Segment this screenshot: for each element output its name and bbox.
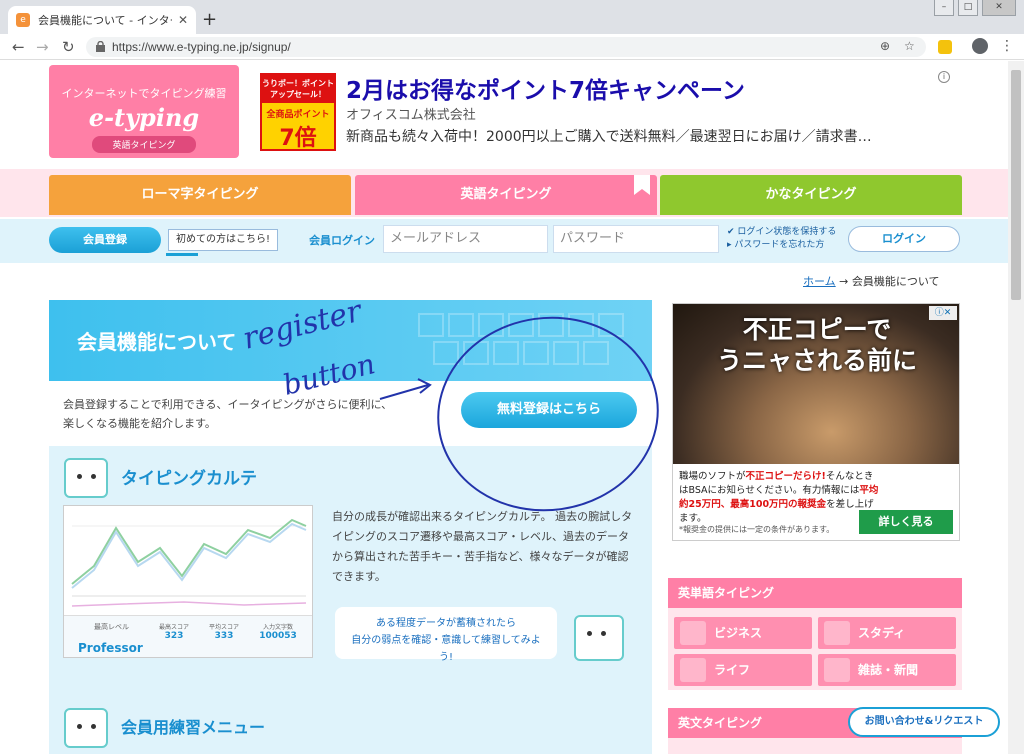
stat-label: 平均スコア: [208, 624, 239, 631]
stat-max-score: 最高スコア 323: [154, 622, 194, 641]
karte-chart-image: 最高スコア 323 平均スコア 333 入力文字数 100053 最高レベル Prof…: [63, 505, 313, 658]
study-icon: [824, 621, 850, 645]
close-tab-icon[interactable]: ✕: [178, 13, 188, 27]
words-business-label: ビジネス: [714, 626, 763, 640]
maximize-icon[interactable]: □: [958, 0, 978, 16]
window-controls: – □ ✕: [934, 0, 1016, 16]
words-study-button[interactable]: スタディ: [818, 617, 956, 649]
stat-char-count: 入力文字数 100053: [258, 622, 298, 641]
bookmark-star-icon[interactable]: ☆: [904, 39, 915, 53]
english-words-title: 英単語タイピング: [668, 578, 962, 608]
book-icon: [824, 658, 850, 682]
address-bar: ← → ↻ https://www.e-typing.ne.jp/signup/…: [0, 34, 1024, 60]
stat-label: 入力文字数: [262, 624, 293, 631]
reload-icon[interactable]: ↻: [62, 38, 75, 56]
karte-title: タイピングカルテ: [121, 469, 257, 489]
score-chart: [71, 518, 307, 607]
url-input[interactable]: https://www.e-typing.ne.jp/signup/: [86, 37, 926, 57]
forward-icon[interactable]: →: [36, 38, 49, 56]
zoom-icon[interactable]: ⊕: [880, 39, 890, 53]
side-ad-headline-line2: うニャされる前に: [716, 346, 917, 375]
side-ad-headline: 不正コピーで うニャされる前に: [673, 314, 959, 376]
stat-value: 323: [164, 631, 184, 641]
page-body: 会員登録 初めての方はこちら! 会員ログイン メールアドレス パスワード ✔ ロ…: [0, 61, 1008, 754]
login-button[interactable]: ログイン: [848, 226, 960, 252]
side-ad-headline-line1: 不正コピーで: [742, 315, 892, 344]
side-ad-copy: 職場のソフトが不正コピーだらけ!そんなときはBSAにお知らせください。有力情報に…: [679, 470, 879, 526]
profile-icon[interactable]: [972, 38, 988, 54]
back-icon[interactable]: ←: [12, 38, 25, 56]
feature-description: 会員登録することで利用できる、イータイピングがさらに便利に、 楽しくなる機能を紹…: [63, 395, 392, 433]
member-menu-title: 会員用練習メニュー: [121, 718, 266, 737]
words-life-button[interactable]: ライフ: [674, 654, 812, 686]
first-time-link[interactable]: 初めての方はこちら!: [168, 229, 278, 251]
stat-value: 100053: [259, 631, 297, 641]
adchoices-icon[interactable]: ⓘ✕: [929, 306, 957, 320]
browser-tab[interactable]: e 会員機能について - インターネ ✕: [8, 6, 196, 34]
first-time-pointer: [166, 253, 198, 256]
mascot-icon: [574, 615, 624, 661]
window-close-icon[interactable]: ✕: [982, 0, 1016, 16]
feature-header: 会員機能について: [49, 300, 652, 381]
words-business-button[interactable]: ビジネス: [674, 617, 812, 649]
scrollbar-thumb[interactable]: [1011, 70, 1021, 300]
karte-stats: 最高スコア 323 平均スコア 333 入力文字数 100053 最高レベル Prof…: [64, 615, 312, 657]
karte-description: 自分の成長が確認出来るタイピングカルテ。 過去の腕試しタイピングのスコア遷移や最…: [332, 510, 633, 583]
email-field[interactable]: メールアドレス: [383, 225, 548, 253]
heart-icon: [680, 658, 706, 682]
karte-speech-bubble: ある程度データが蓄積されたら 自分の弱点を確認・意識して練習してみよう!: [335, 607, 557, 663]
extension-icon[interactable]: [938, 40, 952, 54]
mascot-icon: [64, 708, 108, 748]
breadcrumb-separator: →: [839, 275, 849, 288]
keyboard-decoration-icon: [418, 313, 624, 365]
tab-title: 会員機能について - インターネ: [38, 14, 172, 27]
browser-menu-icon[interactable]: ⋮: [1000, 38, 1014, 54]
mascot-icon: [64, 458, 108, 498]
words-magazine-label: 雑誌・新聞: [858, 663, 919, 677]
side-ad-details-button[interactable]: 詳しく見る: [859, 510, 953, 534]
feature-text-line2: 楽しくなる機能を紹介します。: [63, 417, 216, 430]
breadcrumb: ホーム → 会員機能について: [803, 273, 940, 289]
keep-login-checkbox[interactable]: ✔ ログイン状態を保持する: [727, 226, 836, 239]
forgot-password-link[interactable]: ▸ パスワードを忘れた方: [727, 239, 836, 252]
stat-avg-score: 平均スコア 333: [204, 622, 244, 641]
lock-icon: [96, 41, 105, 52]
page-title: 会員機能について: [77, 330, 237, 354]
breadcrumb-current: 会員機能について: [851, 275, 940, 288]
side-ad-copy-red1: 不正コピーだらけ!: [745, 471, 826, 482]
login-options: ✔ ログイン状態を保持する ▸ パスワードを忘れた方: [727, 226, 836, 252]
bubble-line2: 自分の弱点を確認・意識して練習してみよう!: [351, 635, 541, 663]
words-study-label: スタディ: [858, 626, 906, 640]
free-register-button[interactable]: 無料登録はこちら: [461, 392, 637, 428]
level-value: Professor: [78, 641, 143, 655]
breadcrumb-home-link[interactable]: ホーム: [803, 275, 836, 288]
browser-tab-bar: e 会員機能について - インターネ ✕ + – □ ✕: [0, 0, 1024, 34]
minimize-icon[interactable]: –: [934, 0, 954, 16]
forgot-password-label: パスワードを忘れた方: [734, 240, 825, 250]
business-icon: [680, 621, 706, 645]
new-tab-icon[interactable]: +: [202, 9, 217, 30]
side-advertisement[interactable]: 不正コピーで うニャされる前に ⓘ✕ 職場のソフトが不正コピーだらけ!そんなとき…: [672, 303, 960, 541]
feature-text-line1: 会員登録することで利用できる、イータイピングがさらに便利に、: [63, 398, 393, 411]
register-button[interactable]: 会員登録: [49, 227, 161, 253]
keep-login-label: ログイン状態を保持する: [737, 227, 837, 237]
site-favicon-icon: e: [16, 13, 30, 27]
contact-request-button[interactable]: お問い合わせ&リクエスト: [848, 707, 1000, 737]
bubble-line1: ある程度データが蓄積されたら: [376, 618, 516, 629]
side-ad-note: *報奨金の提供には一定の条件があります。: [679, 525, 835, 534]
words-magazine-button[interactable]: 雑誌・新聞: [818, 654, 956, 686]
stat-label: 最高スコア: [158, 624, 189, 631]
words-life-label: ライフ: [714, 663, 751, 677]
stat-value: 333: [214, 631, 234, 641]
member-login-label: 会員ログイン: [309, 234, 375, 247]
password-field[interactable]: パスワード: [553, 225, 719, 253]
level-label: 最高レベル: [94, 623, 129, 631]
side-ad-copy-part1: 職場のソフトが: [679, 471, 746, 482]
